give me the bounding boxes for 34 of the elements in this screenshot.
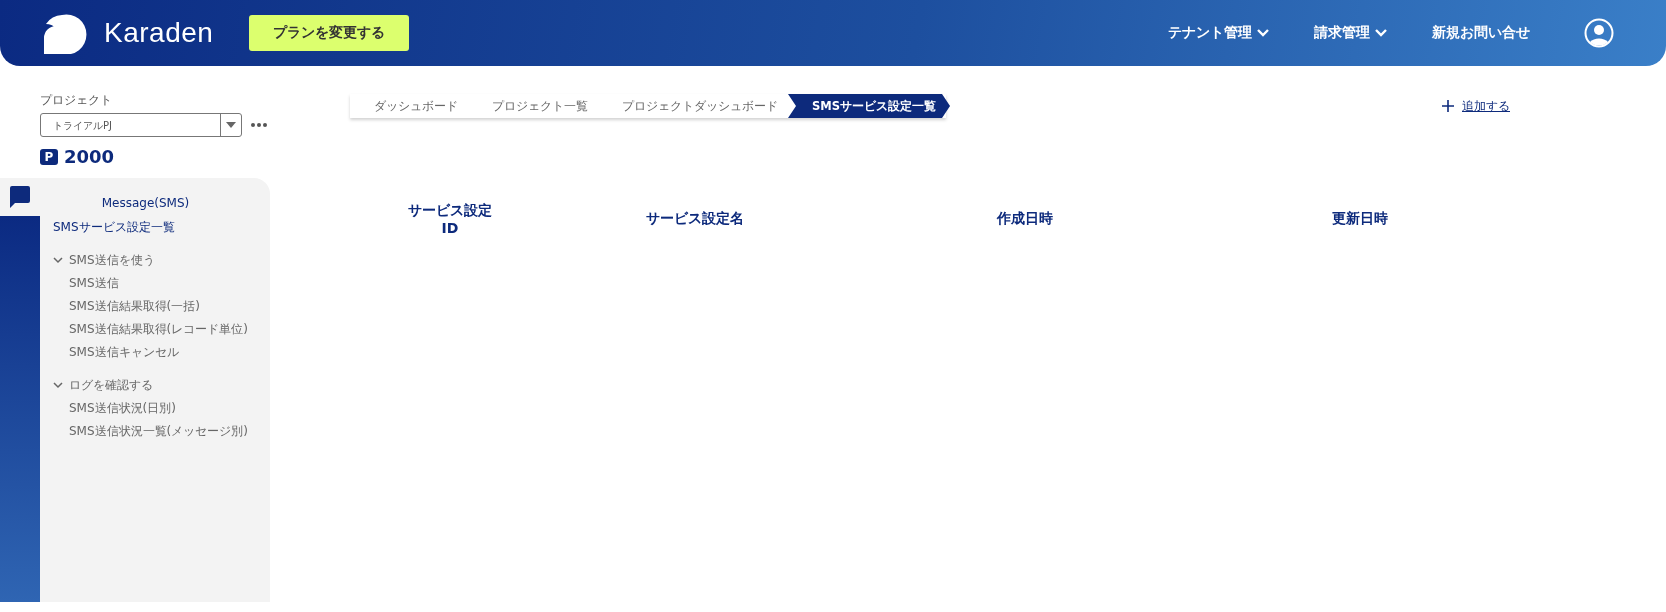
chevron-down-icon	[1374, 28, 1388, 38]
breadcrumb-item[interactable]: SMSサービス設定一覧	[788, 94, 950, 118]
chat-icon[interactable]	[10, 186, 30, 208]
menu-title: Message(SMS)	[100, 195, 191, 212]
user-avatar-icon[interactable]	[1584, 18, 1614, 48]
add-link[interactable]: 追加する	[1462, 97, 1510, 115]
chevron-icon	[53, 382, 63, 389]
plus-icon	[1442, 100, 1454, 112]
chevron-icon	[53, 257, 63, 264]
menu-item[interactable]: SMS送信キャンセル	[53, 341, 248, 364]
nav-menu[interactable]: 新規お問い合せ	[1432, 24, 1530, 42]
chevron-down-icon	[1256, 28, 1270, 38]
points-value: 2000	[64, 146, 115, 167]
change-plan-button[interactable]: プランを変更する	[249, 15, 410, 51]
menu-item[interactable]: SMS送信状況一覧(メッセージ別)	[53, 420, 248, 443]
caret-icon	[226, 122, 236, 128]
menu-group[interactable]: SMS送信を使う	[53, 249, 248, 272]
menu-item[interactable]: SMS送信結果取得(一括)	[53, 295, 248, 318]
menu-group[interactable]: ログを確認する	[53, 374, 248, 397]
project-label: プロジェクト	[40, 92, 113, 109]
menu-item[interactable]: SMS送信状況(日別)	[53, 397, 248, 420]
project-select[interactable]: トライアルPJ	[40, 113, 242, 137]
column-header: サービス設定名	[645, 210, 745, 228]
more-icon[interactable]	[250, 122, 268, 128]
column-header: 更新日時	[1331, 210, 1389, 228]
menu-item[interactable]: SMS送信結果取得(レコード単位)	[53, 318, 248, 341]
column-header: 作成日時	[995, 210, 1054, 228]
menu-item[interactable]: SMSサービス設定一覧	[53, 216, 248, 239]
column-header: サービス設定 ID	[407, 202, 493, 236]
points-badge: P	[40, 148, 58, 165]
nav-menu[interactable]: 請求管理	[1314, 24, 1388, 42]
brand-name: Karaden	[104, 17, 214, 49]
menu-item[interactable]: SMS送信	[53, 272, 248, 295]
nav-menu[interactable]: テナント管理	[1168, 24, 1270, 42]
